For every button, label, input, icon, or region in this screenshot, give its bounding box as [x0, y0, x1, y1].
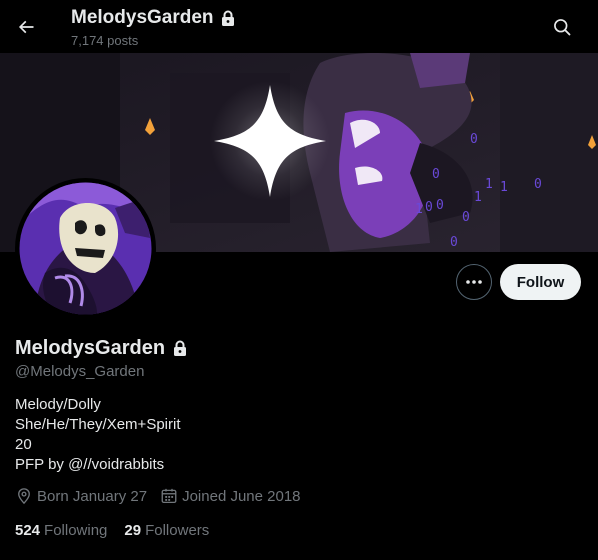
posts-count: 7,174 posts	[71, 33, 139, 48]
svg-text:0: 0	[450, 235, 458, 250]
followers-label: Followers	[145, 522, 210, 539]
bio-line: Melody/Dolly	[15, 396, 101, 413]
header-title-row: MelodysGarden	[71, 7, 236, 29]
svg-text:1: 1	[474, 190, 482, 205]
svg-text:1: 1	[500, 180, 508, 195]
birthday-item: Born January 27	[15, 487, 147, 505]
svg-text:0: 0	[432, 167, 440, 182]
lock-icon	[174, 340, 187, 356]
svg-text:0: 0	[425, 200, 433, 215]
joined-text: Joined June 2018	[182, 487, 301, 505]
display-name-row: MelodysGarden	[15, 337, 188, 360]
svg-text:0: 0	[436, 198, 444, 213]
more-button[interactable]	[456, 264, 492, 300]
svg-text:0: 0	[470, 132, 478, 147]
top-bar: MelodysGarden 7,174 posts	[0, 0, 598, 53]
display-name: MelodysGarden	[15, 337, 166, 359]
avatar-image	[15, 178, 156, 319]
bio-line: PFP by @//voidrabbits	[15, 456, 165, 473]
following-label: Following	[44, 522, 108, 539]
joined-item: Joined June 2018	[160, 487, 301, 505]
following-link[interactable]: 524 Following	[15, 522, 107, 539]
svg-text:0: 0	[534, 177, 542, 192]
location-pin-icon	[18, 488, 30, 505]
bio-line: She/He/They/Xem+Spirit	[15, 416, 181, 433]
following-count: 524	[15, 522, 41, 539]
followers-count: 29	[124, 522, 142, 539]
search-button[interactable]	[544, 9, 580, 45]
avatar[interactable]	[15, 178, 156, 319]
svg-text:1: 1	[415, 202, 423, 217]
profile-meta: Born January 27 Joined June 2018	[15, 487, 301, 505]
calendar-icon	[161, 488, 177, 504]
header-title: MelodysGarden	[71, 7, 214, 28]
svg-text:1: 1	[485, 177, 493, 192]
birthday-text: Born January 27	[37, 487, 148, 505]
bio: Melody/Dolly She/He/They/Xem+Spirit 20 P…	[15, 395, 181, 475]
follow-stats: 524 Following 29 Followers	[15, 522, 209, 539]
followers-link[interactable]: 29 Followers	[124, 522, 209, 539]
lock-icon	[221, 10, 234, 26]
bio-line: 20	[15, 436, 32, 453]
back-button[interactable]	[8, 9, 44, 45]
svg-text:0: 0	[462, 210, 470, 225]
follow-button[interactable]: Follow	[500, 264, 581, 300]
user-handle: @Melodys_Garden	[15, 363, 145, 380]
search-icon	[554, 19, 571, 36]
arrow-left-icon	[18, 20, 34, 34]
more-icon	[466, 280, 482, 284]
